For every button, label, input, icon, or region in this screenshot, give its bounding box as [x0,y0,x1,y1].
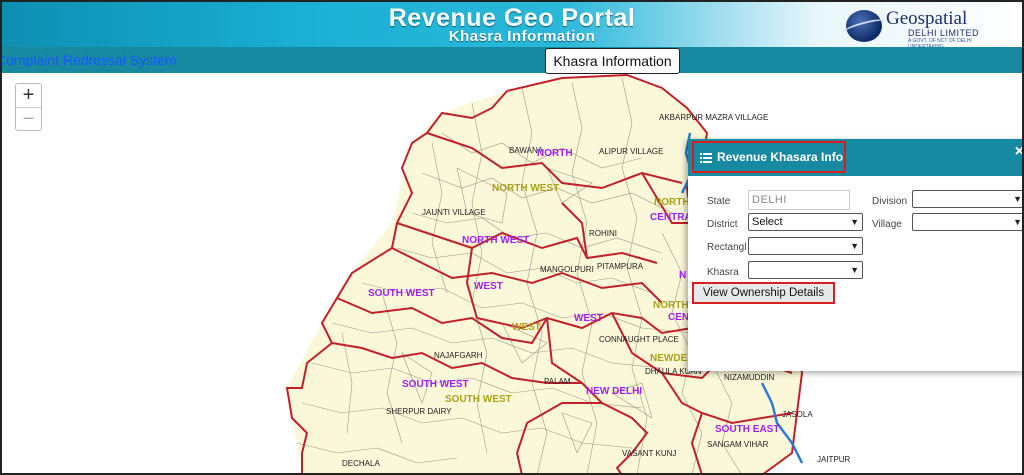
header-banner: Revenue Geo Portal Khasra Information Ge… [2,2,1022,50]
map-label-cen: CEN [668,312,690,323]
map-label-jaunti: JAUNTI VILLAGE [422,208,486,217]
chevron-down-icon: ▼ [1013,194,1022,204]
district-label: District [707,219,738,230]
zoom-out-button[interactable]: − [16,107,41,130]
state-input[interactable]: DELHI [748,190,850,210]
map-label-north-east: NORTH [654,197,690,208]
panel-title-box: Revenue Khasara Info [692,141,846,173]
map-label-dechala: DECHALA [342,459,380,468]
division-select[interactable]: ▼ [912,190,1022,208]
map-label-najafgarh: NAJAFGARH [434,351,483,360]
map-label-pitampura: PITAMPURA [597,262,644,271]
map-label-jasola: JASOLA [782,410,813,419]
chevron-down-icon: ▼ [1013,217,1022,227]
map-label-vasant: VASANT KUNJ [622,449,677,458]
map-label-nizamuddin: NIZAMUDDIN [724,373,775,382]
map-label-alipur: ALIPUR VILLAGE [599,147,664,156]
app-frame: Revenue Geo Portal Khasra Information Ge… [0,0,1024,475]
panel-title: Revenue Khasara Info [717,150,844,164]
panel-header: Revenue Khasara Info × [688,139,1022,176]
geospatial-logo: Geospatial DELHI LIMITED A GOVT. OF NCT … [846,8,986,50]
map-label-connaught: CONNAUGHT PLACE [599,335,679,344]
rectangle-select[interactable]: ▼ [748,237,863,255]
map-label-n: N [679,270,687,281]
village-label: Village [872,219,902,230]
map-label-south-west-3: SOUTH WEST [445,394,512,405]
map-label-mangolpuri: MANGOLPURI [540,265,594,274]
chevron-down-icon: ▼ [850,265,859,275]
map-label-jaitpur: JAITPUR [817,455,851,464]
map-label-new-delhi: NEW DELHI [586,386,643,397]
map-label-south-west-1: SOUTH WEST [368,288,435,299]
chevron-down-icon: ▼ [850,241,859,251]
map-label-south-east: SOUTH EAST [715,424,780,435]
map-label-west-2: WEST [512,322,541,333]
map-label-south-west-2: SOUTH WEST [402,379,469,390]
map-label-central-1: CENTRA [650,212,692,223]
map-label-north-2: NORTH [653,300,689,311]
khasra-label: Khasra [707,267,739,278]
globe-icon [846,10,882,42]
division-label: Division [872,196,908,207]
map-label-rohini: ROHINI [589,229,617,238]
map-label-akbarpur: AKBARPUR MAZRA VILLAGE [659,113,769,122]
logo-sub: DELHI LIMITED [908,28,980,38]
zoom-in-button[interactable]: + [16,84,41,107]
chevron-down-icon: ▼ [850,217,859,227]
district-selected-value: Select [752,216,783,228]
zoom-control: + − [15,83,42,131]
map-label-north: NORTH [537,148,573,159]
revenue-khasara-panel: Revenue Khasara Info × State DELHI Divis… [688,139,1022,371]
map-label-west-3: WEST [574,313,603,324]
map-label-west-1: WEST [474,281,503,292]
map-label-newde: NEWDE [650,353,688,364]
navbar: Complaint Redressal System [2,47,1022,73]
view-ownership-details-button[interactable]: View Ownership Details [692,282,835,304]
map-label-palam: PALAM [544,377,571,386]
list-icon [700,152,712,163]
state-label: State [707,196,731,207]
logo-brand: Geospatial [886,8,968,29]
map-label-sangam: SANGAM VIHAR [707,440,769,449]
map-label-north-west-2: NORTH WEST [462,235,530,246]
district-select[interactable]: Select ▼ [748,213,863,231]
map-label-sherpur: SHERPUR DAIRY [386,407,452,416]
khasra-select[interactable]: ▼ [748,261,863,279]
map-label-north-west-1: NORTH WEST [492,183,560,194]
khasra-information-button[interactable]: Khasra Information [545,48,680,74]
complaint-redressal-link[interactable]: Complaint Redressal System [2,52,177,68]
rectangle-label: Rectangl [707,242,747,253]
close-icon[interactable]: × [1015,143,1022,161]
village-select[interactable]: ▼ [912,213,1022,231]
